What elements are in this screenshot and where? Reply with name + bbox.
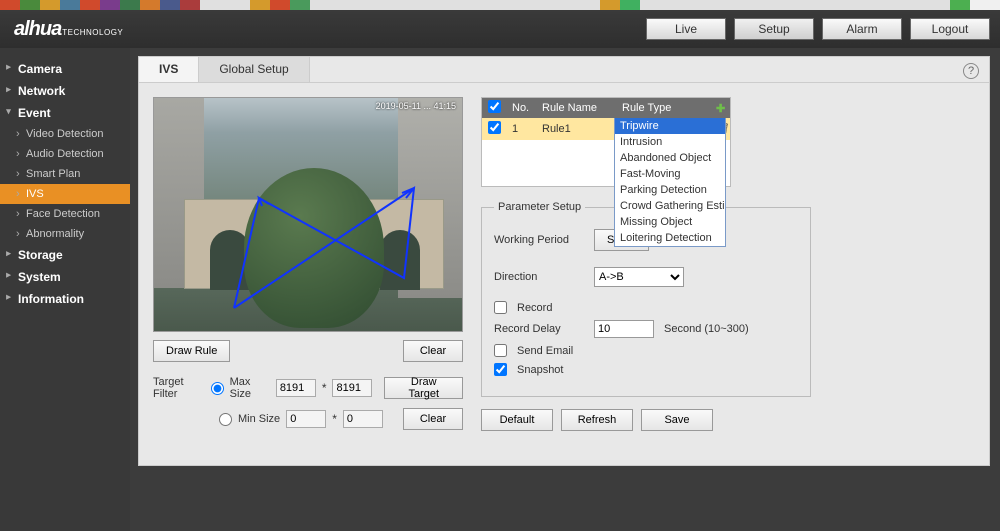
nav-setup[interactable]: Setup bbox=[734, 18, 814, 40]
draw-target-button[interactable]: Draw Target bbox=[384, 377, 463, 399]
nav-logout[interactable]: Logout bbox=[910, 18, 990, 40]
col-rule-type: Rule Type bbox=[616, 102, 710, 114]
send-email-label: Send Email bbox=[517, 345, 573, 357]
sidebar-item-video-detection[interactable]: Video Detection bbox=[0, 124, 130, 144]
dropdown-option[interactable]: Intrusion bbox=[615, 134, 725, 150]
draw-rule-button[interactable]: Draw Rule bbox=[153, 340, 230, 362]
main-panel: IVS Global Setup ? bbox=[138, 56, 990, 466]
sidebar-group-camera[interactable]: Camera bbox=[0, 58, 130, 80]
dropdown-option[interactable]: Tripwire bbox=[615, 118, 725, 134]
mult-sign: * bbox=[332, 412, 337, 426]
tab-bar: IVS Global Setup bbox=[139, 57, 989, 83]
dropdown-option[interactable]: Missing Object bbox=[615, 214, 725, 230]
sidebar-group-information[interactable]: Information bbox=[0, 288, 130, 310]
record-label: Record bbox=[517, 302, 552, 314]
video-preview[interactable]: 2019-05-11 ... 41:15 bbox=[153, 97, 463, 332]
help-icon[interactable]: ? bbox=[963, 63, 979, 79]
rule-row-checkbox[interactable] bbox=[488, 121, 501, 134]
direction-label: Direction bbox=[494, 271, 584, 283]
rules-table: No. Rule Name Rule Type ✚ 1 Rule1 Tripw bbox=[481, 97, 731, 187]
send-email-checkbox[interactable] bbox=[494, 344, 507, 357]
record-checkbox[interactable] bbox=[494, 301, 507, 314]
default-button[interactable]: Default bbox=[481, 409, 553, 431]
refresh-button[interactable]: Refresh bbox=[561, 409, 633, 431]
rule-row-name[interactable]: Rule1 bbox=[536, 123, 616, 135]
record-delay-label: Record Delay bbox=[494, 323, 584, 335]
sidebar-item-abnormality[interactable]: Abnormality bbox=[0, 224, 130, 244]
sidebar-item-ivs[interactable]: IVS bbox=[0, 184, 130, 204]
app-header: alhua TECHNOLOGY Live Setup Alarm Logout bbox=[0, 10, 1000, 48]
tab-global-setup[interactable]: Global Setup bbox=[199, 57, 309, 82]
dropdown-option[interactable]: Parking Detection bbox=[615, 182, 725, 198]
dropdown-option[interactable]: Crowd Gathering Estimation bbox=[615, 198, 725, 214]
brand-name: alhua bbox=[14, 18, 61, 41]
min-size-label: Min Size bbox=[238, 413, 280, 425]
dropdown-option[interactable]: Abandoned Object bbox=[615, 150, 725, 166]
col-rule-name: Rule Name bbox=[536, 102, 616, 114]
sidebar-group-network[interactable]: Network bbox=[0, 80, 130, 102]
video-timestamp: 2019-05-11 ... 41:15 bbox=[376, 101, 456, 111]
max-size-label: Max Size bbox=[230, 376, 270, 400]
rule-type-dropdown[interactable]: Tripwire Intrusion Abandoned Object Fast… bbox=[614, 118, 726, 247]
dropdown-option[interactable]: Fast-Moving bbox=[615, 166, 725, 182]
sidebar-item-face-detection[interactable]: Face Detection bbox=[0, 204, 130, 224]
tripwire-overlay bbox=[154, 98, 463, 332]
add-rule-icon[interactable]: ✚ bbox=[710, 102, 730, 115]
sidebar: Camera Network Event Video Detection Aud… bbox=[0, 48, 130, 531]
nav-alarm[interactable]: Alarm bbox=[822, 18, 902, 40]
sidebar-group-system[interactable]: System bbox=[0, 266, 130, 288]
brand-logo: alhua TECHNOLOGY bbox=[14, 18, 123, 41]
parameter-setup-legend: Parameter Setup bbox=[494, 201, 585, 213]
max-size-radio[interactable] bbox=[211, 382, 224, 395]
nav-live[interactable]: Live bbox=[646, 18, 726, 40]
rule-row-no: 1 bbox=[506, 123, 536, 135]
rules-select-all[interactable] bbox=[488, 100, 501, 113]
sidebar-item-audio-detection[interactable]: Audio Detection bbox=[0, 144, 130, 164]
record-delay-input[interactable] bbox=[594, 320, 654, 338]
col-no: No. bbox=[506, 102, 536, 114]
max-size-h-input[interactable] bbox=[332, 379, 372, 397]
brand-sub: TECHNOLOGY bbox=[62, 28, 123, 37]
clear-target-button[interactable]: Clear bbox=[403, 408, 463, 430]
rules-header: No. Rule Name Rule Type ✚ bbox=[482, 98, 730, 118]
working-period-label: Working Period bbox=[494, 234, 584, 246]
clear-rule-button[interactable]: Clear bbox=[403, 340, 463, 362]
tab-ivs[interactable]: IVS bbox=[139, 57, 199, 82]
snapshot-checkbox[interactable] bbox=[494, 363, 507, 376]
dropdown-option[interactable]: Loitering Detection bbox=[615, 230, 725, 246]
browser-tab-strip bbox=[0, 0, 1000, 10]
min-size-radio[interactable] bbox=[219, 413, 232, 426]
max-size-w-input[interactable] bbox=[276, 379, 316, 397]
save-button[interactable]: Save bbox=[641, 409, 713, 431]
min-size-w-input[interactable] bbox=[286, 410, 326, 428]
record-delay-hint: Second (10~300) bbox=[664, 323, 749, 335]
snapshot-label: Snapshot bbox=[517, 364, 563, 376]
sidebar-group-storage[interactable]: Storage bbox=[0, 244, 130, 266]
sidebar-group-event[interactable]: Event bbox=[0, 102, 130, 124]
mult-sign: * bbox=[322, 381, 327, 395]
min-size-h-input[interactable] bbox=[343, 410, 383, 428]
target-filter-label: Target Filter bbox=[153, 376, 205, 400]
direction-select[interactable]: A->B bbox=[594, 267, 684, 287]
sidebar-item-smart-plan[interactable]: Smart Plan bbox=[0, 164, 130, 184]
